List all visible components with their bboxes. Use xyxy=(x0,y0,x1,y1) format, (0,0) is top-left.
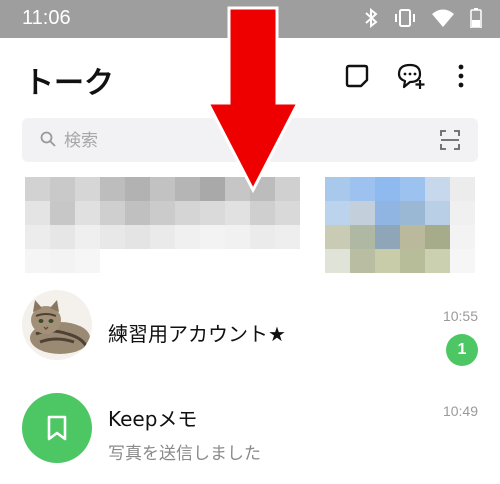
wifi-icon xyxy=(432,9,454,27)
more-icon[interactable] xyxy=(451,62,479,90)
header: トーク xyxy=(0,38,500,112)
page-title: トーク xyxy=(24,66,114,101)
unread-badge: 1 xyxy=(446,334,478,366)
search-icon xyxy=(40,131,56,151)
chat-time: 10:49 xyxy=(442,403,478,419)
new-chat-icon[interactable] xyxy=(396,62,425,90)
bluetooth-icon xyxy=(364,8,378,28)
avatar xyxy=(22,290,92,360)
status-time: 11:06 xyxy=(22,7,71,29)
chat-name: Keepメモ xyxy=(108,407,198,431)
chat-item-practice-account[interactable]: 練習用アカウント★ 10:55 1 xyxy=(0,290,500,380)
scan-icon[interactable] xyxy=(440,130,460,154)
blurred-favorites-left xyxy=(25,177,300,273)
vibrate-icon xyxy=(394,8,416,28)
edit-chat-icon[interactable] xyxy=(343,62,371,90)
search-bar[interactable] xyxy=(22,118,478,162)
bookmark-icon xyxy=(22,415,92,463)
search-input[interactable] xyxy=(62,127,426,155)
avatar xyxy=(22,393,92,463)
status-icons xyxy=(364,8,482,28)
chat-time: 10:55 xyxy=(442,308,478,324)
chat-preview: 写真を送信しました xyxy=(108,444,261,464)
chat-name: 練習用アカウント★ xyxy=(108,322,286,346)
battery-icon xyxy=(470,8,482,28)
chat-item-keep-memo[interactable]: Keepメモ 写真を送信しました 10:49 xyxy=(0,393,500,483)
blurred-favorites-right xyxy=(325,177,475,273)
status-bar: 11:06 xyxy=(0,0,500,38)
